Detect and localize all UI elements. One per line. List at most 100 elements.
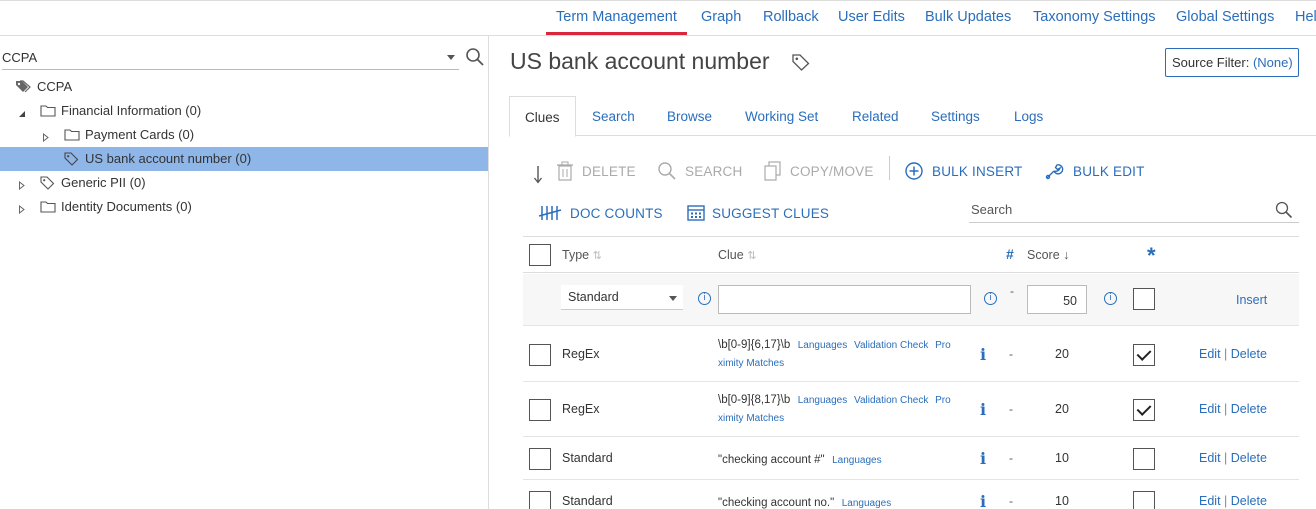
delete-link[interactable]: Delete (1231, 494, 1267, 508)
move-down-icon[interactable] (532, 164, 544, 186)
info-icon[interactable]: i (1104, 292, 1117, 305)
column-score[interactable]: Score ↓ (1027, 248, 1069, 262)
nav-help[interactable]: Hel (1295, 9, 1316, 25)
clue-input[interactable] (718, 285, 971, 314)
type-dropdown[interactable]: Standard (561, 285, 683, 310)
row-checkbox[interactable] (529, 399, 551, 421)
tree-item-generic-pii[interactable]: Generic PII (0) (0, 171, 488, 195)
nav-taxonomy-settings[interactable]: Taxonomy Settings (1033, 9, 1156, 25)
insert-link[interactable]: Insert (1236, 293, 1267, 307)
grid-header: Type ⇅ Clue ⇅ # Score ↓ * (523, 236, 1299, 273)
doc-counts-label: DOC COUNTS (570, 206, 663, 221)
clue-search-input[interactable]: Search (969, 199, 1299, 223)
edit-link[interactable]: Edit (1199, 402, 1221, 416)
info-icon[interactable]: i (984, 292, 997, 305)
delete-link[interactable]: Delete (1231, 451, 1267, 465)
search-icon[interactable] (465, 47, 485, 70)
row-checkbox[interactable] (529, 448, 551, 470)
score-input[interactable]: 50 (1027, 285, 1087, 314)
tag-icon (64, 152, 79, 169)
info-icon[interactable]: i (980, 400, 986, 419)
edit-link[interactable]: Edit (1199, 494, 1221, 508)
star-checkbox[interactable] (1133, 288, 1155, 310)
info-icon[interactable]: i (980, 345, 986, 364)
star-checkbox[interactable] (1133, 399, 1155, 421)
row-checkbox[interactable] (529, 491, 551, 509)
clue-row: Standard "checking account #" Languages … (523, 437, 1299, 480)
tab-clues[interactable]: Clues (509, 96, 576, 137)
clue-text: \b[0-9]{8,17}\b (718, 394, 791, 406)
delete-button[interactable]: DELETE (556, 161, 636, 183)
star-checkbox[interactable] (1133, 448, 1155, 470)
suggest-clues-button[interactable]: SUGGEST CLUES (686, 203, 829, 225)
tree-item-financial-information[interactable]: Financial Information (0) (0, 99, 488, 123)
folder-icon (40, 104, 56, 120)
proximity-matches-link[interactable]: ximity Matches (718, 413, 784, 424)
star-checkbox[interactable] (1133, 344, 1155, 366)
search-icon[interactable] (1275, 201, 1293, 219)
tab-browse[interactable]: Browse (667, 96, 712, 136)
languages-link[interactable]: Languages (832, 455, 882, 466)
tree-item-us-bank-account-number[interactable]: US bank account number (0) (0, 147, 488, 171)
nav-user-edits[interactable]: User Edits (838, 9, 905, 25)
nav-term-management[interactable]: Term Management (556, 9, 677, 25)
hash-value: - (1009, 451, 1013, 465)
validation-check-link[interactable]: Validation Check (854, 395, 931, 406)
column-type-label: Type (562, 248, 590, 262)
bulk-edit-button[interactable]: BULK EDIT (1044, 161, 1144, 183)
nav-global-settings[interactable]: Global Settings (1176, 9, 1274, 25)
collapsed-arrow-icon[interactable] (42, 130, 50, 145)
nav-graph[interactable]: Graph (701, 9, 741, 25)
column-clue[interactable]: Clue ⇅ (718, 248, 756, 262)
copy-move-button[interactable]: COPY/MOVE (764, 161, 874, 183)
languages-link[interactable]: Languages (798, 395, 850, 406)
taxonomy-dropdown[interactable]: CCPA (2, 46, 459, 70)
expanded-arrow-icon[interactable] (18, 106, 26, 121)
tree-item-identity-documents[interactable]: Identity Documents (0) (0, 195, 488, 219)
separator: | (1224, 402, 1231, 416)
bulk-insert-button[interactable]: BULK INSERT (904, 161, 1022, 183)
delete-link[interactable]: Delete (1231, 347, 1267, 361)
languages-link[interactable]: Languages (842, 498, 892, 509)
validation-check-link[interactable]: Validation Check (854, 340, 931, 351)
collapsed-arrow-icon[interactable] (18, 202, 26, 217)
tags-icon (15, 80, 33, 97)
languages-link[interactable]: Languages (798, 340, 850, 351)
column-type[interactable]: Type ⇅ (562, 248, 602, 262)
column-hash[interactable]: # (1006, 246, 1014, 262)
star-checkbox[interactable] (1133, 491, 1155, 509)
delete-link[interactable]: Delete (1231, 402, 1267, 416)
collapsed-arrow-icon[interactable] (18, 178, 26, 193)
row-checkbox[interactable] (529, 344, 551, 366)
tree-item-ccpa[interactable]: CCPA (0, 75, 488, 99)
tree-item-label: Identity Documents (0) (61, 199, 192, 214)
folder-icon (64, 128, 80, 144)
tree-item-payment-cards[interactable]: Payment Cards (0) (0, 123, 488, 147)
source-filter-button[interactable]: Source Filter: (None) (1165, 48, 1299, 77)
column-star[interactable]: * (1147, 243, 1156, 269)
tab-settings[interactable]: Settings (931, 96, 980, 136)
delete-label: DELETE (582, 164, 636, 179)
score-value: 10 (1055, 494, 1069, 508)
edit-link[interactable]: Edit (1199, 347, 1221, 361)
tab-related[interactable]: Related (852, 96, 899, 136)
info-icon[interactable]: i (980, 492, 986, 509)
chevron-down-icon (669, 296, 677, 301)
proximity-matches-link[interactable]: ximity Matches (718, 358, 784, 369)
select-all-checkbox[interactable] (529, 244, 551, 266)
tab-logs[interactable]: Logs (1014, 96, 1043, 136)
clue-row: RegEx \b[0-9]{6,17}\b Languages Validati… (523, 327, 1299, 382)
tab-working-set[interactable]: Working Set (745, 96, 818, 136)
doc-counts-button[interactable]: DOC COUNTS (538, 203, 663, 225)
info-icon[interactable]: i (980, 449, 986, 468)
nav-bulk-updates[interactable]: Bulk Updates (925, 9, 1011, 25)
tree-item-label: Payment Cards (0) (85, 127, 195, 142)
search-button[interactable]: SEARCH (657, 161, 742, 183)
edit-link[interactable]: Edit (1199, 451, 1221, 465)
nav-rollback[interactable]: Rollback (763, 9, 819, 25)
info-icon[interactable]: i (698, 292, 711, 305)
tab-search[interactable]: Search (592, 96, 635, 136)
insert-row: Standard i i - 50 i Insert (523, 274, 1299, 326)
pro-link[interactable]: Pro (935, 395, 951, 406)
pro-link[interactable]: Pro (935, 340, 951, 351)
